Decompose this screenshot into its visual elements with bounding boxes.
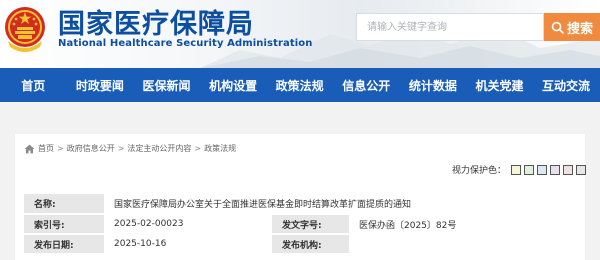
vision-swatch[interactable] [550, 164, 561, 175]
name-value: 国家医疗保障局办公室关于全面推进医保基金即时结算改革扩面提质的通知 [104, 194, 577, 215]
nav-item-organization[interactable]: 机构设置 [200, 68, 267, 102]
search-input[interactable] [357, 14, 543, 40]
search-button[interactable]: 搜索 [544, 13, 600, 41]
site-subtitle: National Healthcare Security Administrat… [58, 38, 313, 49]
vision-protection: 视力保护色： [452, 163, 589, 176]
index-value: 2025-02-00023 [104, 214, 272, 235]
table-row: 名称: 国家医疗保障局办公室关于全面推进医保基金即时结算改革扩面提质的通知 [24, 194, 577, 215]
site-title: 国家医疗保障局 [58, 9, 254, 40]
document-info-table: 名称: 国家医疗保障局办公室关于全面推进医保基金即时结算改革扩面提质的通知 索引… [24, 194, 577, 255]
name-label: 名称: [24, 194, 104, 215]
breadcrumb-separator: > [117, 144, 125, 153]
issuing-organization-label: 发布机构: [272, 234, 349, 255]
nav-item-policies[interactable]: 政策法规 [266, 68, 333, 102]
nav-item-statistics[interactable]: 统计数据 [400, 68, 467, 102]
nav-item-home[interactable]: 首页 [0, 68, 67, 102]
nav-item-party-building[interactable]: 机关党建 [466, 68, 533, 102]
publish-date-value: 2025-10-16 [104, 234, 272, 255]
vision-swatch[interactable] [511, 164, 522, 175]
national-emblem-icon [5, 7, 45, 52]
vision-protection-label: 视力保护色： [452, 166, 507, 176]
breadcrumb-separator: > [194, 144, 202, 153]
table-row: 发布日期: 2025-10-16 发布机构: [24, 234, 577, 255]
search-button-label: 搜索 [566, 20, 593, 36]
breadcrumb-home[interactable]: 首页 [38, 143, 54, 154]
site-header: 国家医疗保障局 National Healthcare Security Adm… [0, 0, 600, 68]
breadcrumb-separator: > [57, 144, 64, 153]
nav-item-interaction[interactable]: 互动交流 [533, 68, 600, 102]
table-row: 索引号: 2025-02-00023 发文字号: 医保办函〔2025〕82号 [24, 214, 577, 235]
document-number-label: 发文字号: [272, 214, 349, 235]
home-icon [24, 144, 35, 153]
breadcrumb-policies[interactable]: 政策法规 [204, 143, 236, 154]
nav-item-current-affairs[interactable]: 时政要闻 [67, 68, 134, 102]
vision-swatch[interactable] [563, 164, 574, 175]
vision-swatch[interactable] [524, 164, 535, 175]
breadcrumb-government-info[interactable]: 政府信息公开 [67, 143, 115, 154]
publish-date-label: 发布日期: [24, 234, 104, 255]
nav-item-medical-insurance-news[interactable]: 医保新闻 [133, 68, 200, 102]
vision-swatch[interactable] [576, 164, 587, 175]
nav-item-information-disclosure[interactable]: 信息公开 [333, 68, 400, 102]
breadcrumb-statutory-disclosure[interactable]: 法定主动公开内容 [127, 143, 191, 154]
vision-swatch[interactable] [537, 164, 548, 175]
issuing-organization-value [349, 234, 577, 255]
index-label: 索引号: [24, 214, 104, 235]
search-icon [551, 21, 564, 34]
document-number-value: 医保办函〔2025〕82号 [349, 214, 577, 235]
breadcrumb: 首页 > 政府信息公开 > 法定主动公开内容 > 政策法规 [24, 143, 236, 154]
main-nav: 首页 时政要闻 医保新闻 机构设置 政策法规 信息公开 统计数据 机关党建 互动… [0, 68, 600, 102]
search-box [356, 13, 544, 41]
